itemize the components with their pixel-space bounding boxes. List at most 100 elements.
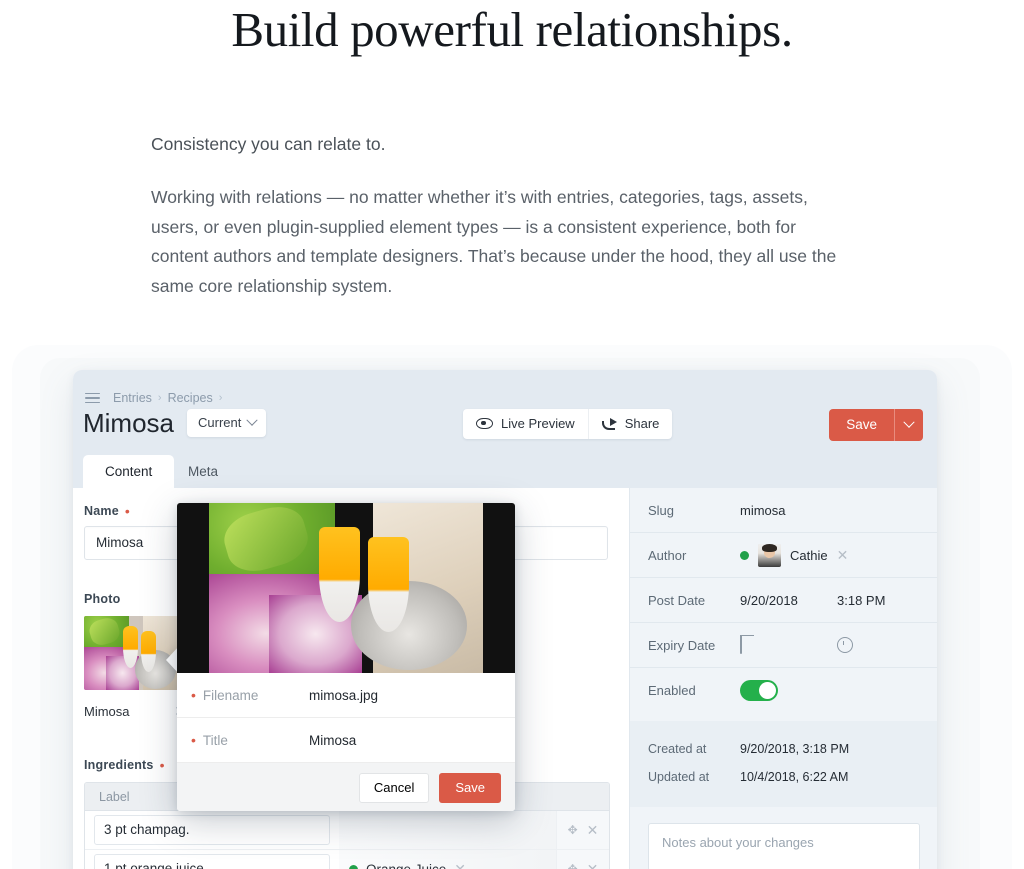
breadcrumb-item-recipes[interactable]: Recipes (168, 391, 213, 405)
tab-meta[interactable]: Meta (166, 455, 240, 488)
avatar (758, 543, 781, 567)
share-button[interactable]: Share (589, 409, 673, 439)
sidebar-row-expiry-date: Expiry Date (630, 623, 937, 668)
status-dot-icon (349, 864, 358, 869)
share-arrow-icon (601, 417, 617, 430)
modal-image (177, 503, 515, 673)
section-lede: Consistency you can relate to. (151, 134, 386, 154)
ingredient-label-input[interactable] (94, 815, 330, 845)
asset-edit-modal: • Filename mimosa.jpg • Title Mimosa Can… (177, 503, 515, 811)
cancel-button[interactable]: Cancel (358, 773, 430, 803)
photo-field-label: Photo (84, 592, 121, 606)
ingredient-relation-cell[interactable] (339, 811, 556, 849)
sidebar-row-post-date: Post Date 9/20/2018 3:18 PM (630, 578, 937, 623)
modal-field-title: • Title Mimosa (177, 718, 515, 763)
required-indicator: • (159, 757, 165, 773)
share-label: Share (624, 416, 660, 431)
filename-label: Filename (202, 687, 259, 703)
live-preview-label: Live Preview (501, 416, 575, 431)
created-at-label: Created at (648, 742, 707, 756)
entry-meta-block: Created at 9/20/2018, 3:18 PM Updated at… (630, 721, 937, 807)
chevron-down-icon (246, 414, 259, 426)
filename-label-wrap: • Filename (191, 688, 309, 703)
required-indicator: • (124, 503, 130, 519)
calendar-icon[interactable] (740, 635, 742, 654)
enabled-label: Enabled (648, 682, 696, 698)
page-title: Mimosa (83, 408, 175, 438)
sidebar-row-enabled: Enabled (630, 668, 937, 712)
relation-name: Orange Juice (366, 861, 447, 869)
row-tools: ✥ ✕ (556, 811, 609, 849)
ingredient-label-cell (85, 815, 339, 845)
sidebar-row-author: Author Cathie ✕ (630, 533, 937, 578)
author-value[interactable]: Cathie (790, 548, 828, 563)
photo-asset-name: Mimosa (84, 704, 130, 719)
post-date-label: Post Date (648, 592, 706, 608)
title-label: Title (202, 732, 228, 748)
post-time-value[interactable]: 3:18 PM (837, 593, 885, 608)
revision-select[interactable]: Current (187, 409, 267, 437)
row-tools: ✥ ✕ (556, 850, 609, 869)
chevron-down-icon (903, 416, 915, 428)
revision-select-label: Current (198, 415, 242, 430)
ingredients-field-label: Ingredients • (84, 757, 165, 773)
slug-value[interactable]: mimosa (740, 503, 786, 518)
breadcrumb-separator: › (157, 392, 162, 404)
live-preview-button[interactable]: Live Preview (463, 409, 589, 439)
required-indicator: • (191, 687, 196, 703)
filename-value[interactable]: mimosa.jpg (309, 688, 378, 703)
table-row: Orange Juice ✕ ✥ ✕ (85, 850, 609, 869)
header-action-group: Live Preview Share (463, 409, 673, 439)
breadcrumb-item-entries[interactable]: Entries (113, 391, 152, 405)
ingredient-label-input[interactable] (94, 854, 330, 869)
status-dot-icon (740, 550, 749, 560)
name-field-label: Name • (84, 503, 130, 519)
updated-at-label: Updated at (648, 770, 710, 784)
modal-field-filename: • Filename mimosa.jpg (177, 673, 515, 718)
move-handle-icon[interactable]: ✥ (568, 862, 578, 869)
title-label-wrap: • Title (191, 733, 309, 748)
post-date-value[interactable]: 9/20/2018 (740, 593, 837, 608)
ingredient-relation-cell[interactable]: Orange Juice ✕ (339, 850, 556, 869)
tab-content[interactable]: Content (83, 455, 175, 488)
breadcrumb-separator-2: › (218, 392, 223, 404)
close-icon[interactable]: ✕ (454, 861, 466, 869)
table-row: ✥ ✕ (85, 811, 609, 850)
eye-icon (476, 418, 493, 429)
expiry-date-label: Expiry Date (648, 637, 716, 653)
modal-footer: Cancel Save (177, 763, 515, 811)
ingredient-label-cell (85, 854, 339, 869)
mimosa-photo-image-large (209, 503, 483, 673)
created-at-value: 9/20/2018, 3:18 PM (740, 742, 850, 756)
author-label: Author (648, 547, 687, 563)
tab-bar: Content Meta (73, 455, 937, 488)
enabled-toggle[interactable] (740, 679, 778, 701)
meta-row-created: Created at 9/20/2018, 3:18 PM (648, 735, 920, 763)
photo-asset-chip[interactable]: Mimosa ✕ (84, 703, 186, 720)
close-icon[interactable]: ✕ (587, 822, 599, 839)
sidebar-row-slug: Slug mimosa (630, 488, 937, 533)
save-button[interactable]: Save (829, 409, 894, 441)
title-value[interactable]: Mimosa (309, 733, 356, 748)
entry-title-row: Mimosa Current (83, 407, 267, 439)
move-handle-icon[interactable]: ✥ (568, 823, 578, 837)
page-headline: Build powerful relationships. (231, 2, 793, 57)
required-indicator: • (191, 732, 196, 748)
clock-icon[interactable] (837, 637, 853, 653)
updated-at-value: 10/4/2018, 6:22 AM (740, 770, 849, 784)
save-button-group: Save (829, 409, 923, 441)
section-body-copy: Working with relations — no matter wheth… (151, 187, 837, 296)
breadcrumb[interactable]: Entries › Recipes › (85, 391, 222, 405)
close-icon[interactable]: ✕ (587, 861, 599, 869)
entry-sidebar: Slug mimosa Author Cathie ✕ Post Date 9/… (629, 488, 937, 869)
save-menu-button[interactable] (894, 409, 923, 441)
meta-row-updated: Updated at 10/4/2018, 6:22 AM (648, 763, 920, 791)
save-button[interactable]: Save (439, 773, 501, 803)
revision-notes-input[interactable]: Notes about your changes (648, 823, 920, 869)
hamburger-icon[interactable] (85, 392, 100, 404)
column-header-label: Label (99, 789, 130, 804)
slug-label: Slug (648, 502, 675, 518)
close-icon[interactable]: ✕ (837, 547, 849, 564)
app-header: Entries › Recipes › Mimosa Current Live … (73, 370, 937, 455)
page-root: Build powerful relationships. Consistenc… (0, 0, 1024, 869)
